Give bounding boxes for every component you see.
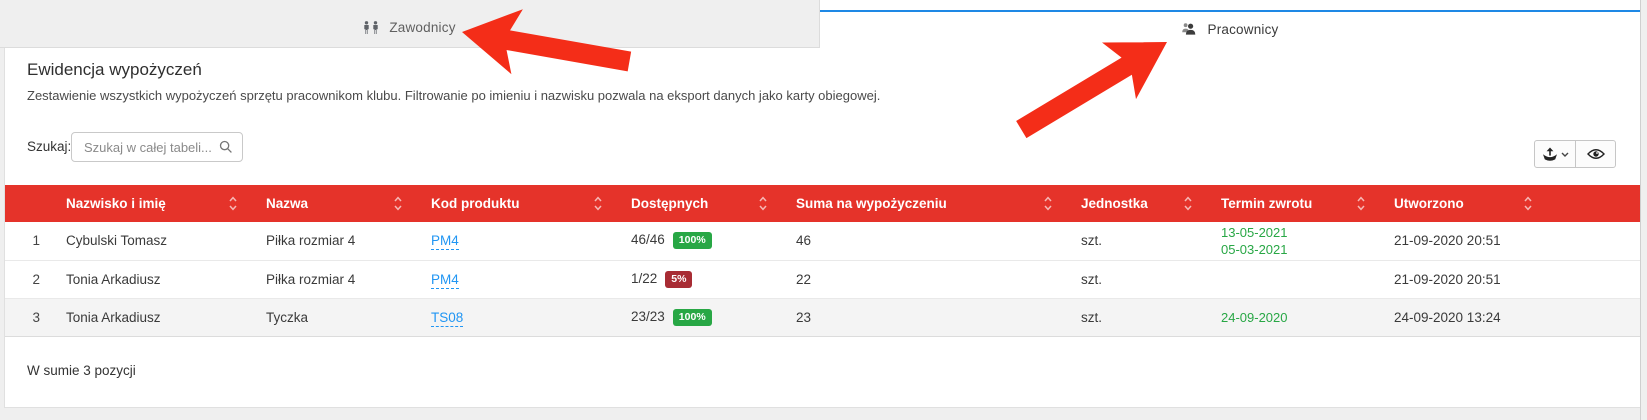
employees-icon <box>1181 22 1198 36</box>
cell-available: 23/23 <box>631 309 665 324</box>
eye-icon <box>1587 148 1605 160</box>
cell-sum: 23 <box>776 298 1061 336</box>
tab-pracownicy-label: Pracownicy <box>1207 22 1278 37</box>
column-header-dostepnych[interactable]: Dostępnych <box>611 185 776 222</box>
sort-icon <box>759 196 767 211</box>
chevron-down-icon <box>1561 152 1569 157</box>
column-header-index <box>5 185 46 222</box>
column-header-termin[interactable]: Termin zwrotu <box>1201 185 1374 222</box>
table-row: 3 Tonia Arkadiusz Tyczka TS08 23/23100% … <box>5 298 1641 336</box>
summary-text: W sumie 3 pozycji <box>5 336 1640 405</box>
table-header-row: Nazwisko i imię Nazwa Kod produktu Dostę… <box>5 185 1641 222</box>
tab-zawodnicy[interactable]: Zawodnicy <box>0 0 820 48</box>
cell-unit: szt. <box>1061 298 1201 336</box>
content-panel: Ewidencja wypożyczeń Zestawienie wszystk… <box>4 48 1640 408</box>
tab-pracownicy[interactable]: Pracownicy <box>820 0 1640 48</box>
column-header-suma[interactable]: Suma na wypożyczeniu <box>776 185 1061 222</box>
availability-badge: 100% <box>673 232 712 249</box>
sort-icon <box>1184 196 1192 211</box>
availability-badge: 100% <box>673 309 712 326</box>
loans-table: Nazwisko i imię Nazwa Kod produktu Dostę… <box>5 185 1641 337</box>
row-index: 3 <box>5 298 46 336</box>
cell-name: Cybulski Tomasz <box>46 222 246 260</box>
row-index: 2 <box>5 260 46 298</box>
cell-created: 21-09-2020 20:51 <box>1374 260 1541 298</box>
cell-created: 21-09-2020 20:51 <box>1374 222 1541 260</box>
active-tab-indicator <box>820 10 1640 12</box>
players-icon <box>363 21 380 35</box>
page-title: Ewidencja wypożyczeń <box>27 60 202 80</box>
cell-sum: 46 <box>776 222 1061 260</box>
due-date: 24-09-2020 <box>1221 309 1374 326</box>
search-input[interactable] <box>84 133 214 161</box>
row-index: 1 <box>5 222 46 260</box>
sort-icon <box>1357 196 1365 211</box>
sort-icon <box>1044 196 1052 211</box>
search-label: Szukaj: <box>27 139 71 154</box>
cell-unit: szt. <box>1061 260 1201 298</box>
sort-icon <box>594 196 602 211</box>
cell-unit: szt. <box>1061 222 1201 260</box>
cell-sum: 22 <box>776 260 1061 298</box>
column-header-jednostka[interactable]: Jednostka <box>1061 185 1201 222</box>
table-row: 1 Cybulski Tomasz Piłka rozmiar 4 PM4 46… <box>5 222 1641 260</box>
cell-product: Piłka rozmiar 4 <box>246 260 411 298</box>
visibility-button[interactable] <box>1575 141 1615 167</box>
sort-icon <box>394 196 402 211</box>
page: Zawodnicy Pracownicy Ewidencja wypożycze… <box>0 0 1647 420</box>
cell-product: Tyczka <box>246 298 411 336</box>
sort-icon <box>1524 196 1532 211</box>
sort-icon <box>229 196 237 211</box>
column-header-filler <box>1541 185 1641 222</box>
cell-name: Tonia Arkadiusz <box>46 260 246 298</box>
cell-name: Tonia Arkadiusz <box>46 298 246 336</box>
availability-badge: 5% <box>665 271 692 288</box>
cell-product: Piłka rozmiar 4 <box>246 222 411 260</box>
export-button[interactable] <box>1535 141 1575 167</box>
column-header-utworzono[interactable]: Utworzono <box>1374 185 1541 222</box>
due-date: 13-05-2021 <box>1221 224 1374 241</box>
cell-available: 46/46 <box>631 232 665 247</box>
column-header-nazwisko[interactable]: Nazwisko i imię <box>46 185 246 222</box>
page-subtitle: Zestawienie wszystkich wypożyczeń sprzęt… <box>27 88 880 103</box>
product-code-link[interactable]: PM4 <box>431 272 459 289</box>
cell-due-dates <box>1201 260 1374 298</box>
tab-zawodnicy-label: Zawodnicy <box>389 20 455 35</box>
cell-due-dates: 24-09-2020 <box>1201 298 1374 336</box>
cell-due-dates: 13-05-2021 05-03-2021 <box>1201 222 1374 260</box>
cell-created: 24-09-2020 13:24 <box>1374 298 1541 336</box>
cell-available: 1/22 <box>631 271 657 286</box>
page-right-edge <box>1640 0 1641 420</box>
export-icon <box>1542 147 1558 162</box>
due-date: 05-03-2021 <box>1221 241 1374 258</box>
column-header-kod[interactable]: Kod produktu <box>411 185 611 222</box>
product-code-link[interactable]: TS08 <box>431 310 463 327</box>
search-icon <box>219 140 233 154</box>
product-code-link[interactable]: PM4 <box>431 233 459 250</box>
search-box <box>71 132 243 162</box>
table-row: 2 Tonia Arkadiusz Piłka rozmiar 4 PM4 1/… <box>5 260 1641 298</box>
column-header-nazwa[interactable]: Nazwa <box>246 185 411 222</box>
table-toolbar <box>1534 140 1616 168</box>
